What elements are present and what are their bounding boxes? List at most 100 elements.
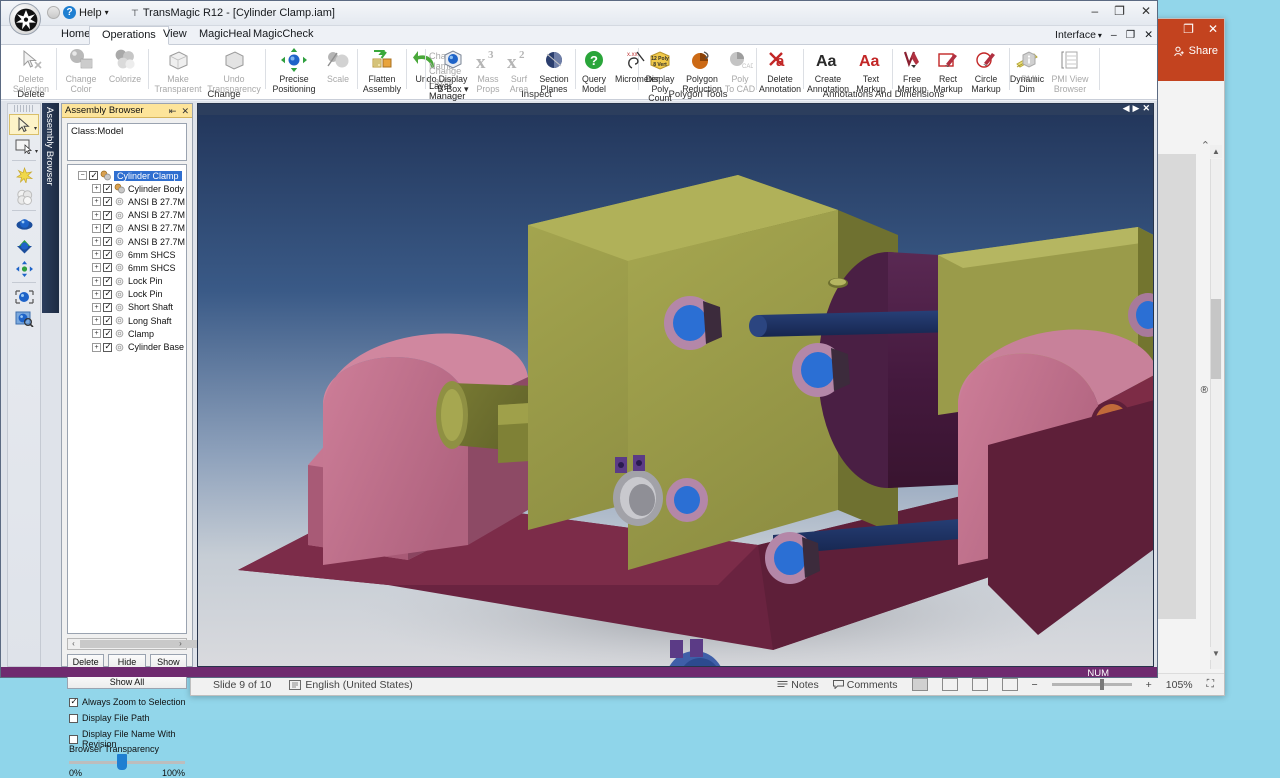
tree-row[interactable]: +6mm SHCS [68, 248, 186, 261]
ppt-scroll-up-arrow[interactable]: ▲ [1210, 145, 1222, 158]
assembly-tree[interactable]: − Cylinder Clamp +Cylinder Body Sub_A+AN… [67, 164, 187, 634]
browser-transparency-slider[interactable] [69, 761, 185, 764]
assembly-browser-vertical-tab[interactable]: Assembly Browser [42, 103, 59, 313]
maximize-button[interactable]: ❐ [1114, 4, 1125, 18]
display-bbox-button[interactable]: Display B-Box ▾ [434, 47, 472, 94]
visibility-checkbox[interactable] [103, 316, 112, 325]
tree-row[interactable]: +6mm SHCS [68, 261, 186, 274]
ppt-scroll-thumb[interactable] [1211, 299, 1221, 379]
shaded-spheres-tool[interactable] [9, 186, 39, 207]
visibility-checkbox[interactable] [103, 250, 112, 259]
ppt-share-button[interactable]: Share [1174, 45, 1218, 57]
tree-row[interactable]: +Lock Pin [68, 275, 186, 288]
colorize-button[interactable]: Colorize [103, 47, 147, 85]
visibility-checkbox[interactable] [103, 277, 112, 286]
select-arrow-tool[interactable]: ▾ [9, 114, 39, 135]
expand-toggle-icon[interactable]: + [92, 316, 101, 325]
tool-dropdown-caret-icon[interactable]: ▾ [34, 125, 37, 132]
display-file-path-option[interactable]: Display File Path [69, 713, 150, 723]
ppt-reading-view-button[interactable] [972, 678, 988, 691]
delete-annotation-button[interactable]: a Delete Annotation [757, 47, 803, 94]
section-planes-button[interactable]: Section Planes [534, 47, 574, 94]
expand-toggle-icon[interactable]: + [92, 184, 101, 193]
doc-minimize-button[interactable]: – [1111, 29, 1117, 41]
expand-toggle-icon[interactable]: + [92, 237, 101, 246]
free-markup-button[interactable]: Free Markup [894, 47, 930, 94]
tab-magiccheck[interactable]: MagicCheck [241, 26, 326, 45]
box-select-tool[interactable]: ▾ [9, 136, 39, 157]
close-button[interactable]: ✕ [1141, 4, 1151, 18]
expand-toggle-icon[interactable]: + [92, 343, 101, 352]
expand-toggle-icon[interactable]: + [92, 277, 101, 286]
expand-toggle-icon[interactable]: + [92, 197, 101, 206]
help-menu[interactable]: ? Help ▾ [47, 6, 109, 19]
visibility-checkbox[interactable] [103, 343, 112, 352]
scroll-left-arrow[interactable]: ‹ [68, 639, 79, 649]
tree-row[interactable]: +ANSI B 27.7M - 3AM [68, 209, 186, 222]
ppt-scroll-down-arrow[interactable]: ▼ [1210, 647, 1222, 660]
move-tool[interactable] [9, 258, 39, 279]
visibility-checkbox[interactable] [103, 224, 112, 233]
circle-markup-button[interactable]: Circle Markup [966, 47, 1006, 94]
tree-row[interactable]: +ANSI B 27.7M - 3AM [68, 195, 186, 208]
box-tool-caret-icon[interactable]: ▾ [35, 148, 38, 155]
help-label[interactable]: Help [79, 7, 102, 19]
close-icon[interactable]: ✕ [181, 104, 189, 118]
refresh-icon[interactable] [47, 6, 60, 19]
viewport-close-icon[interactable]: ✕ [1142, 103, 1150, 114]
tree-row[interactable]: +Short Shaft [68, 301, 186, 314]
tree-row[interactable]: +Lock Pin [68, 288, 186, 301]
tree-horizontal-scrollbar[interactable]: ‹ › [67, 638, 187, 650]
tree-row[interactable]: +Cylinder Base [68, 340, 186, 353]
toolbar-grip[interactable] [14, 105, 34, 112]
visibility-checkbox[interactable] [103, 329, 112, 338]
expand-toggle-icon[interactable]: + [92, 250, 101, 259]
zoom-window-tool[interactable] [9, 286, 39, 307]
scroll-right-arrow[interactable]: › [175, 639, 186, 649]
ppt-collapse-ribbon-button[interactable]: ⌃ [1201, 139, 1210, 152]
tree-row-root[interactable]: − Cylinder Clamp [68, 169, 186, 182]
visibility-checkbox[interactable] [103, 290, 112, 299]
expand-toggle-icon[interactable]: + [92, 211, 101, 220]
pin-icon[interactable]: ⇤ [169, 104, 177, 118]
help-caret-icon[interactable]: ▾ [105, 8, 109, 17]
ppt-slide-counter[interactable]: Slide 9 of 10 [213, 679, 271, 691]
expand-toggle-icon[interactable]: + [92, 224, 101, 233]
expand-toggle-icon[interactable]: + [92, 290, 101, 299]
tree-row[interactable]: +ANSI B 27.7M - 3AM [68, 222, 186, 235]
pmi-button[interactable]: PMI [1010, 47, 1048, 85]
ppt-normal-view-button[interactable] [912, 678, 928, 691]
pan-view-tool[interactable] [9, 236, 39, 257]
visibility-checkbox[interactable] [103, 197, 112, 206]
viewport-prev-icon[interactable]: ◀ [1123, 103, 1130, 114]
poly-to-cad-button[interactable]: CAD Poly To CAD [723, 47, 757, 94]
ppt-fit-slide-button[interactable]: ⛶ [1207, 678, 1214, 691]
interface-caret-icon[interactable]: ▾ [1098, 31, 1102, 40]
minimize-button[interactable]: – [1091, 4, 1098, 18]
visibility-checkbox[interactable] [103, 237, 112, 246]
create-annotation-button[interactable]: Aa Create Annotation [805, 47, 851, 94]
expand-toggle-icon[interactable]: + [92, 329, 101, 338]
visibility-checkbox[interactable] [103, 184, 112, 193]
pmi-view-browser-button[interactable]: PMI View Browser [1048, 47, 1092, 94]
visibility-checkbox[interactable] [103, 303, 112, 312]
model-canvas[interactable] [198, 115, 1153, 666]
visibility-checkbox[interactable] [103, 211, 112, 220]
ppt-slideshow-button[interactable] [1002, 678, 1018, 691]
rotate-view-tool[interactable] [9, 214, 39, 235]
always-zoom-to-selection-option[interactable]: Always Zoom to Selection [69, 697, 186, 707]
polygon-reduction-button[interactable]: Polygon Reduction [681, 47, 723, 94]
ppt-language[interactable]: English (United States) [305, 679, 412, 691]
surf-area-button[interactable]: x 2 Surf Area [504, 47, 534, 94]
flatten-assembly-button[interactable]: Flatten Assembly [359, 47, 405, 94]
ppt-slide-sorter-button[interactable] [942, 678, 958, 691]
viewport[interactable]: ◀ ▶ ✕ [197, 103, 1154, 667]
rect-markup-button[interactable]: Rect Markup [930, 47, 966, 94]
expand-toggle-icon[interactable]: + [92, 263, 101, 272]
delete-selection-button[interactable]: Delete Selection [5, 47, 57, 94]
doc-restore-button[interactable]: ❐ [1126, 29, 1135, 41]
display-file-path-checkbox[interactable] [69, 714, 78, 723]
ppt-zoom-in-button[interactable]: + [1146, 679, 1152, 691]
visibility-checkbox[interactable] [89, 171, 98, 180]
ppt-vertical-scrollbar[interactable] [1210, 159, 1222, 669]
